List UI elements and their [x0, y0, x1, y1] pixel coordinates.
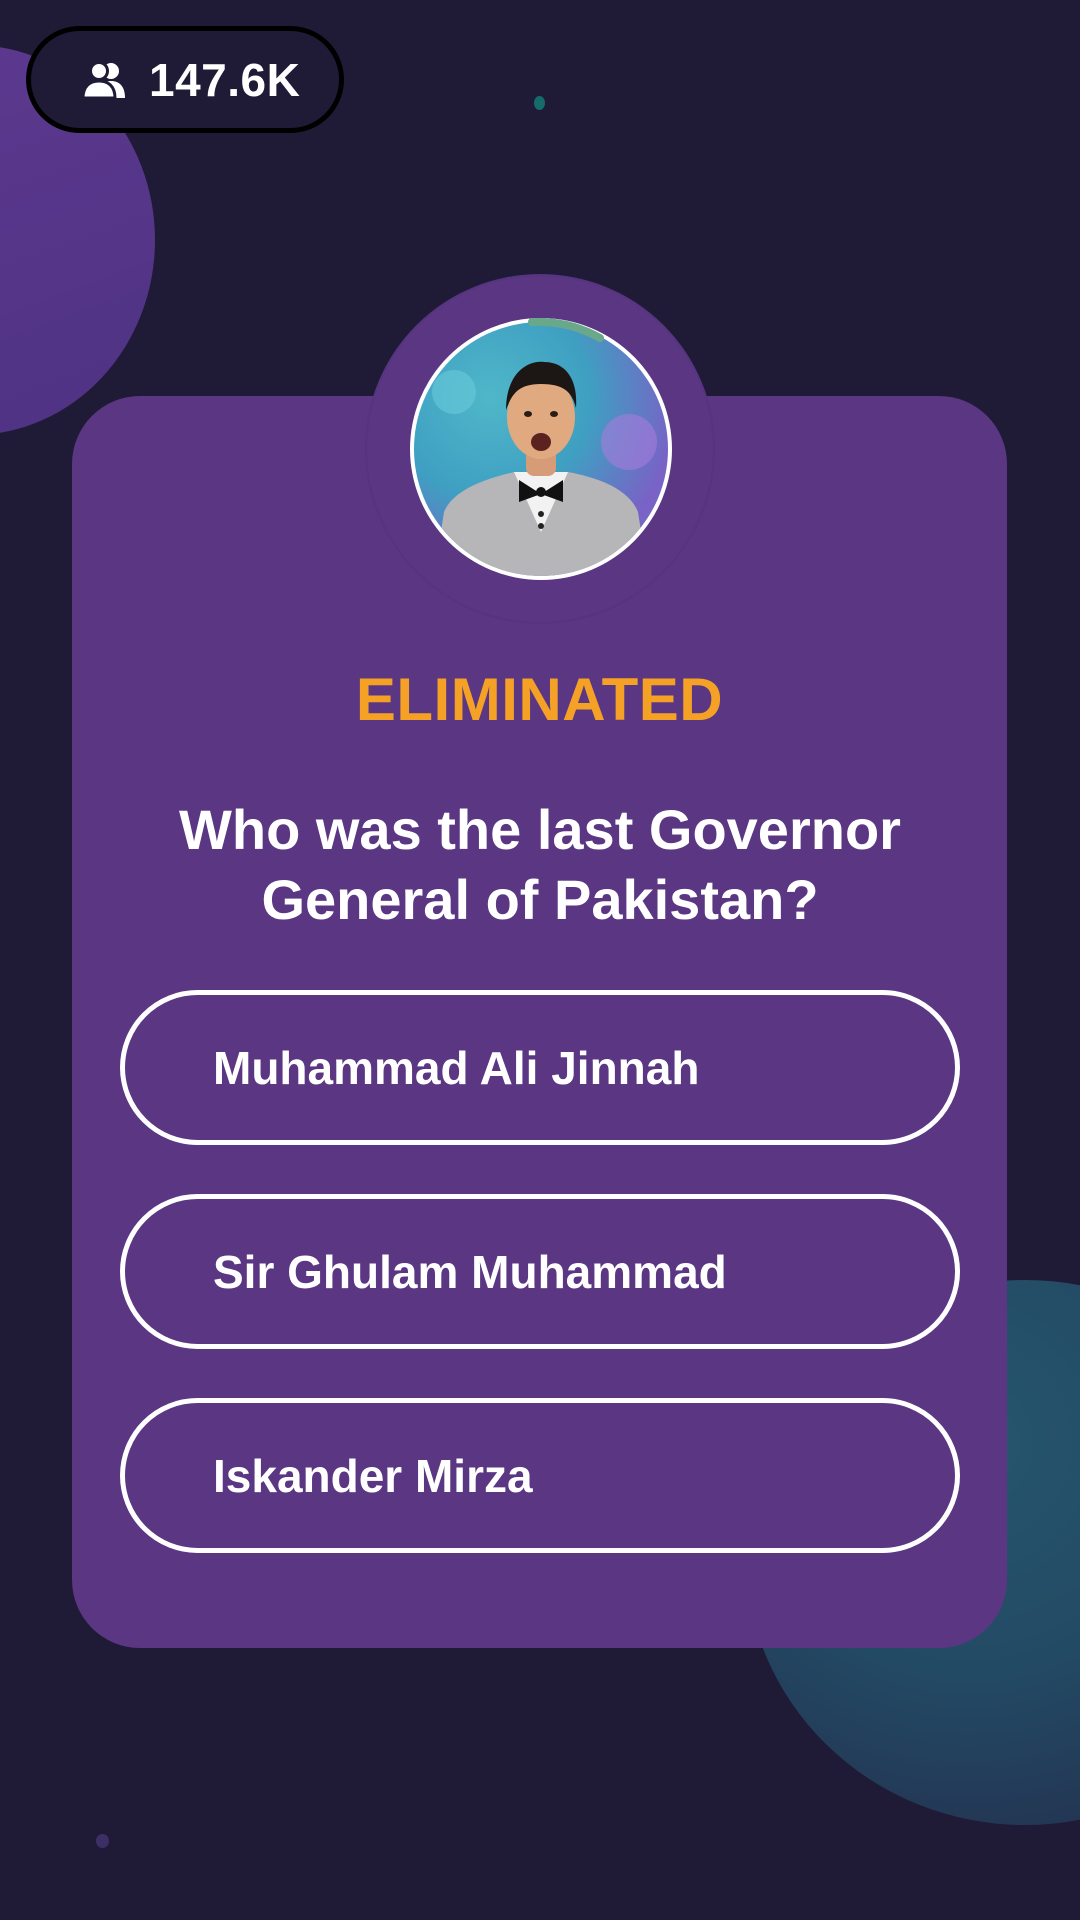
host-avatar-frame: [410, 318, 672, 580]
elimination-status: ELIMINATED: [355, 666, 724, 733]
question-line-2: General of Pakistan?: [261, 868, 819, 931]
question-text: Who was the last Governor General of Pak…: [140, 795, 940, 935]
viewer-count-badge: 147.6K: [26, 26, 344, 133]
answer-option-2[interactable]: Sir Ghulam Muhammad: [120, 1194, 960, 1349]
answer-option-label: Muhammad Ali Jinnah: [213, 1041, 700, 1094]
host-video-avatar: [414, 322, 668, 576]
decorative-dot-purple: [96, 1834, 109, 1848]
decorative-dot-teal: [534, 96, 545, 110]
host-figure-icon: [432, 361, 657, 576]
answer-option-3[interactable]: Iskander Mirza: [120, 1398, 960, 1553]
viewer-count: 147.6K: [149, 53, 301, 106]
game-screen: 147.6K ELIMINATED Who was the last Gover…: [0, 0, 1080, 1920]
answer-option-label: Sir Ghulam Muhammad: [213, 1245, 727, 1298]
question-line-1: Who was the last Governor: [179, 798, 901, 861]
answer-option-label: Iskander Mirza: [213, 1449, 533, 1502]
answer-option-1[interactable]: Muhammad Ali Jinnah: [120, 990, 960, 1145]
users-icon: [81, 60, 125, 99]
